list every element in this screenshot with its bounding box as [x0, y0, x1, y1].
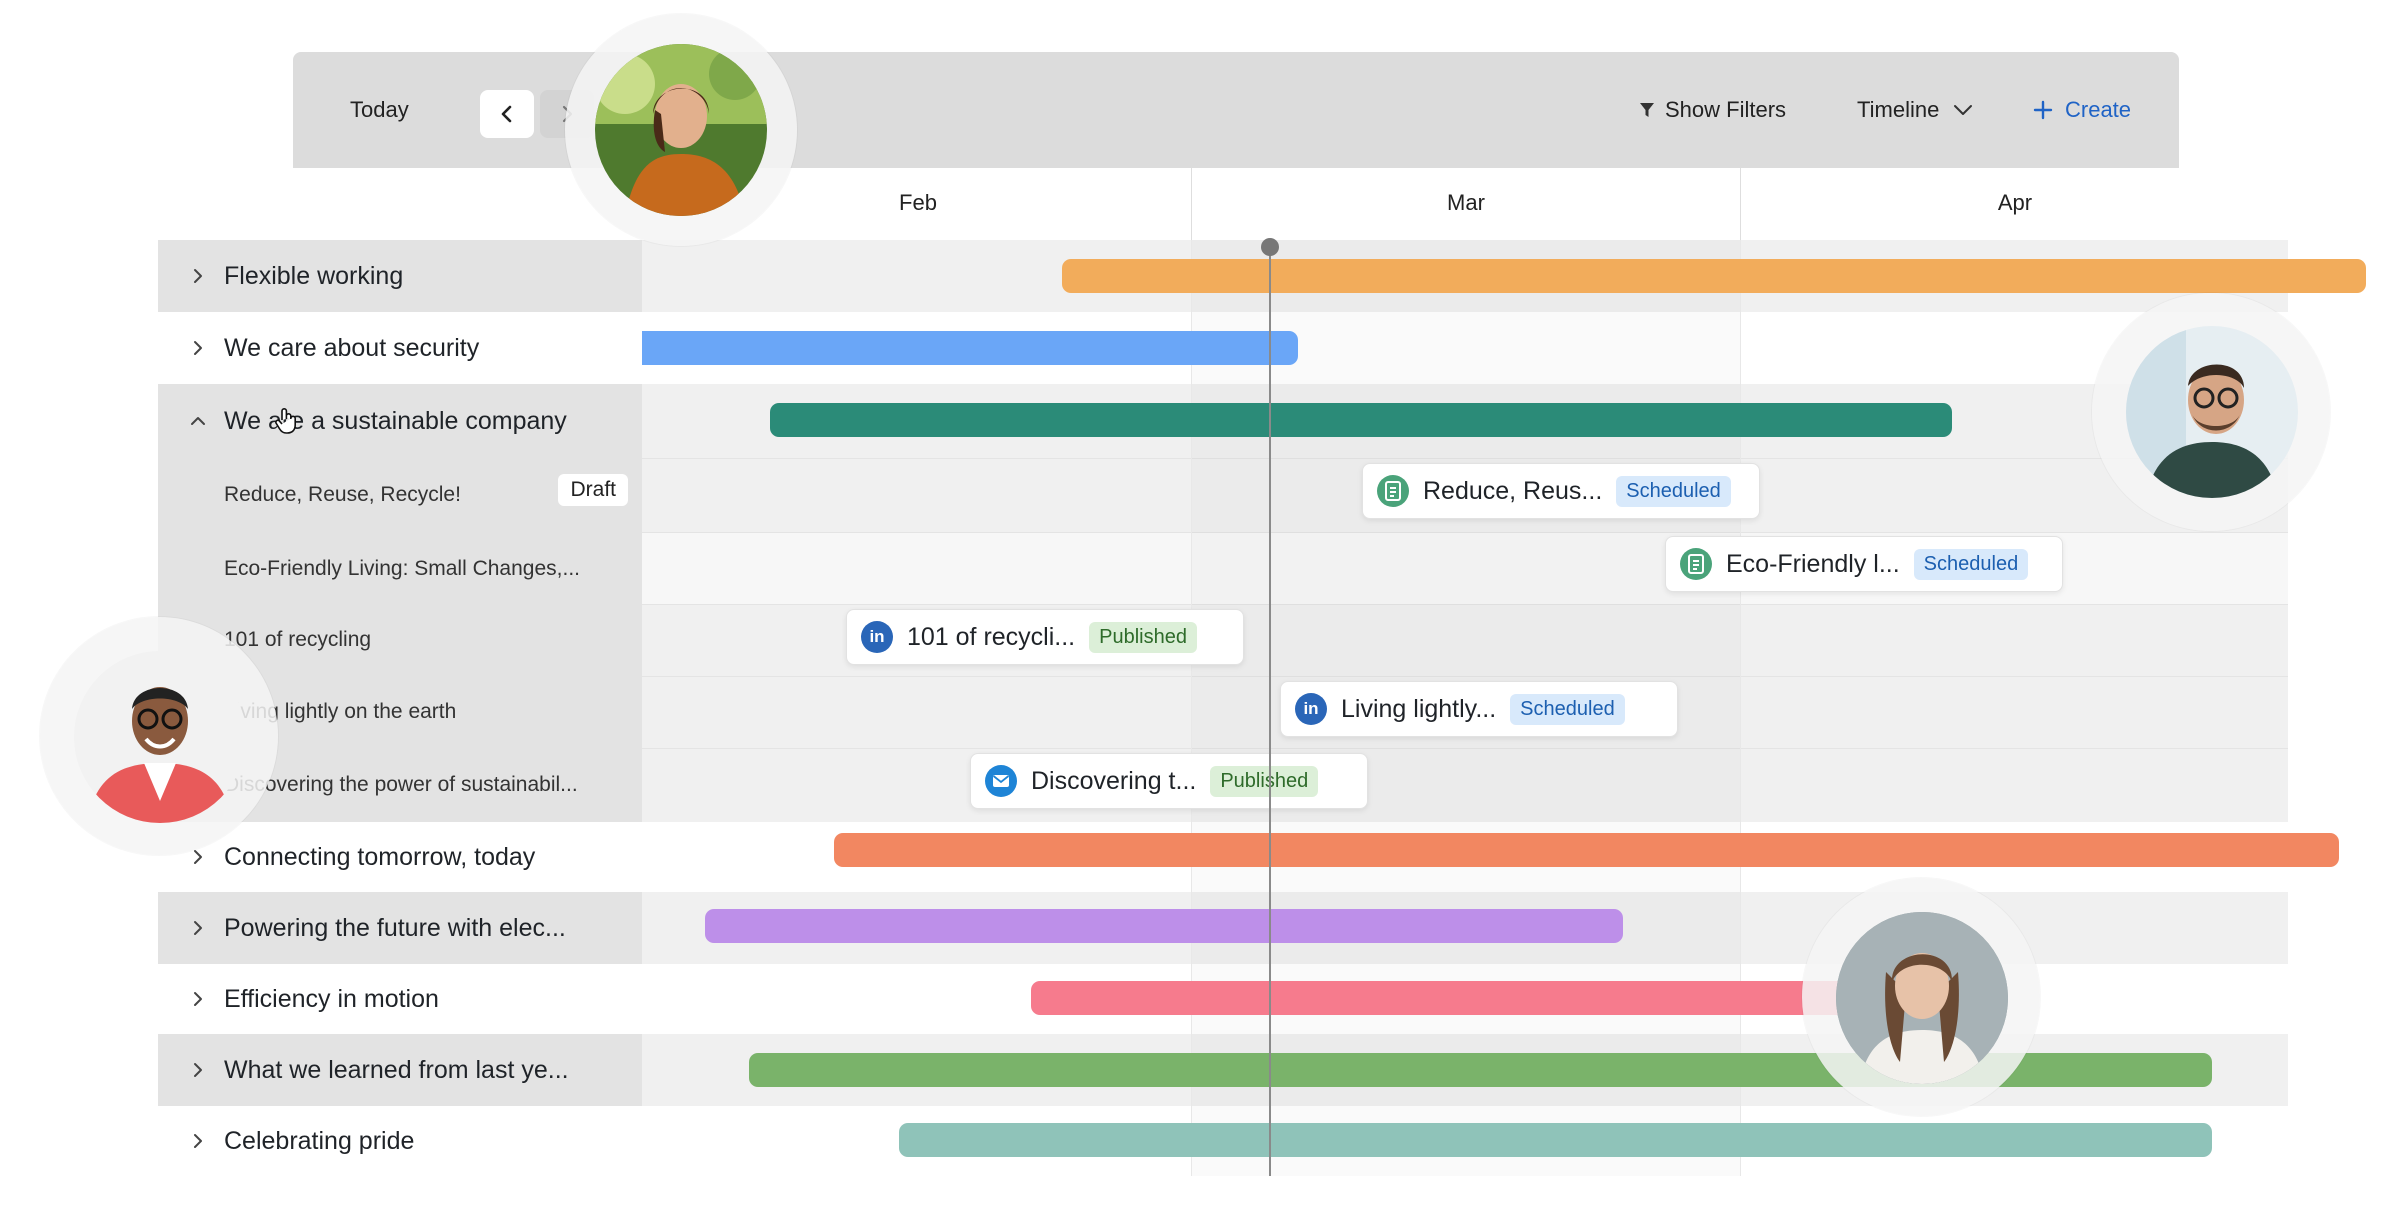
create-button[interactable]: Create	[2033, 52, 2131, 168]
row-label: Flexible working	[224, 262, 404, 290]
post-card-discovering[interactable]: Discovering t... Published	[970, 753, 1368, 809]
campaign-bar-security[interactable]	[642, 331, 1298, 365]
post-card-title: Eco-Friendly l...	[1726, 549, 1900, 578]
document-icon	[1680, 548, 1712, 580]
chevron-right-icon[interactable]	[190, 340, 206, 356]
campaign-bar-celebrating-pride[interactable]	[899, 1123, 2212, 1157]
filter-icon	[1640, 103, 1654, 117]
avatar	[2126, 326, 2298, 498]
create-label: Create	[2065, 97, 2132, 122]
view-selector-label: Timeline	[1857, 97, 1940, 122]
row-label-cell: Connecting tomorrow, today	[158, 822, 642, 892]
avatar-man-glasses-icon	[2126, 326, 2298, 498]
month-label-feb: Feb	[899, 190, 937, 215]
post-card-101-recycling[interactable]: in 101 of recycli... Published	[846, 609, 1244, 665]
hand-cursor-icon	[275, 408, 296, 434]
row-label-cell: We care about security	[158, 312, 642, 384]
post-card-title: Reduce, Reus...	[1423, 476, 1603, 505]
show-filters-button[interactable]: Show Filters	[1639, 52, 1786, 168]
post-card-title: 101 of recycli...	[907, 622, 1076, 651]
row-label-cell: We are a sustainable company	[158, 384, 642, 458]
month-divider	[1740, 240, 1741, 1176]
month-divider	[1191, 240, 1192, 1176]
row-label-cell: Powering the future with elec...	[158, 892, 642, 964]
avatar-man-red-shirt-icon	[74, 651, 246, 823]
today-marker-line	[1269, 240, 1271, 1176]
post-card-title: Living lightly...	[1341, 694, 1497, 723]
post-card-title: Discovering t...	[1031, 766, 1197, 795]
avatar	[595, 44, 767, 216]
post-card-living-lightly[interactable]: in Living lightly... Scheduled	[1280, 681, 1678, 737]
campaign-bar-efficiency[interactable]	[1031, 981, 1871, 1015]
post-card-reduce-reuse[interactable]: Reduce, Reus... Scheduled	[1362, 463, 1760, 519]
row-label: Celebrating pride	[224, 1127, 415, 1155]
campaign-bar-powering-future[interactable]	[705, 909, 1623, 943]
chevron-down-icon	[1954, 105, 1973, 115]
month-label-apr: Apr	[1997, 190, 2033, 215]
row-label-cell: Flexible working	[158, 240, 642, 312]
row-label: Reduce, Reuse, Recycle!	[224, 483, 461, 506]
linkedin-icon: in	[1295, 693, 1327, 725]
campaign-bar-sustainable-company[interactable]	[770, 403, 1952, 437]
post-card-eco-friendly[interactable]: Eco-Friendly l... Scheduled	[1665, 536, 2063, 592]
row-label-cell: Celebrating pride	[158, 1106, 642, 1176]
status-badge: Scheduled	[1510, 693, 1625, 725]
avatar-woman-orange-icon	[595, 44, 767, 216]
chevron-right-icon[interactable]	[190, 1062, 206, 1078]
avatar	[74, 651, 246, 823]
month-divider	[1740, 168, 1741, 240]
chevron-left-icon	[501, 105, 512, 123]
chevron-right-icon[interactable]	[190, 849, 206, 865]
row-label: Connecting tomorrow, today	[224, 843, 536, 871]
row-label: Discovering the power of sustainabil...	[224, 773, 578, 796]
row-label: What we learned from last ye...	[224, 1056, 569, 1084]
avatar-woman-white-shirt-icon	[1836, 912, 2008, 1084]
linkedin-icon: in	[861, 621, 893, 653]
chevron-right-icon[interactable]	[190, 920, 206, 936]
row-label-cell: Efficiency in motion	[158, 964, 642, 1034]
row-label-cell: What we learned from last ye...	[158, 1034, 642, 1106]
today-button[interactable]: Today	[350, 52, 409, 168]
row-label-cell: Reduce, Reuse, Recycle! Draft	[158, 458, 642, 532]
previous-button[interactable]	[480, 90, 534, 138]
show-filters-label: Show Filters	[1665, 97, 1787, 122]
row-label-cell: Eco-Friendly Living: Small Changes,...	[158, 532, 642, 604]
plus-icon	[2033, 100, 2053, 120]
status-badge: Published	[1210, 765, 1319, 797]
chevron-up-icon[interactable]	[190, 413, 206, 429]
month-label-mar: Mar	[1447, 190, 1485, 215]
avatar	[1836, 912, 2008, 1084]
draft-badge: Draft	[558, 474, 628, 506]
today-marker-handle[interactable]	[1261, 238, 1279, 256]
chevron-right-icon[interactable]	[190, 268, 206, 284]
document-icon	[1377, 475, 1409, 507]
status-badge: Scheduled	[1913, 548, 2029, 580]
status-badge: Published	[1089, 621, 1197, 653]
campaign-bar-connecting-tomorrow[interactable]	[834, 833, 2339, 867]
chevron-right-icon[interactable]	[190, 991, 206, 1007]
row-label: Efficiency in motion	[224, 985, 439, 1013]
row-label: Eco-Friendly Living: Small Changes,...	[224, 557, 580, 580]
row-label: 101 of recycling	[224, 628, 372, 651]
status-badge: Scheduled	[1616, 475, 1731, 507]
campaign-bar-flexible-working[interactable]	[1062, 259, 2366, 293]
month-divider	[1191, 168, 1192, 240]
chevron-right-icon[interactable]	[190, 1133, 206, 1149]
email-icon	[985, 765, 1017, 797]
row-label: Powering the future with elec...	[224, 914, 566, 942]
row-label: We care about security	[224, 334, 480, 362]
view-selector[interactable]: Timeline	[1857, 52, 1973, 168]
